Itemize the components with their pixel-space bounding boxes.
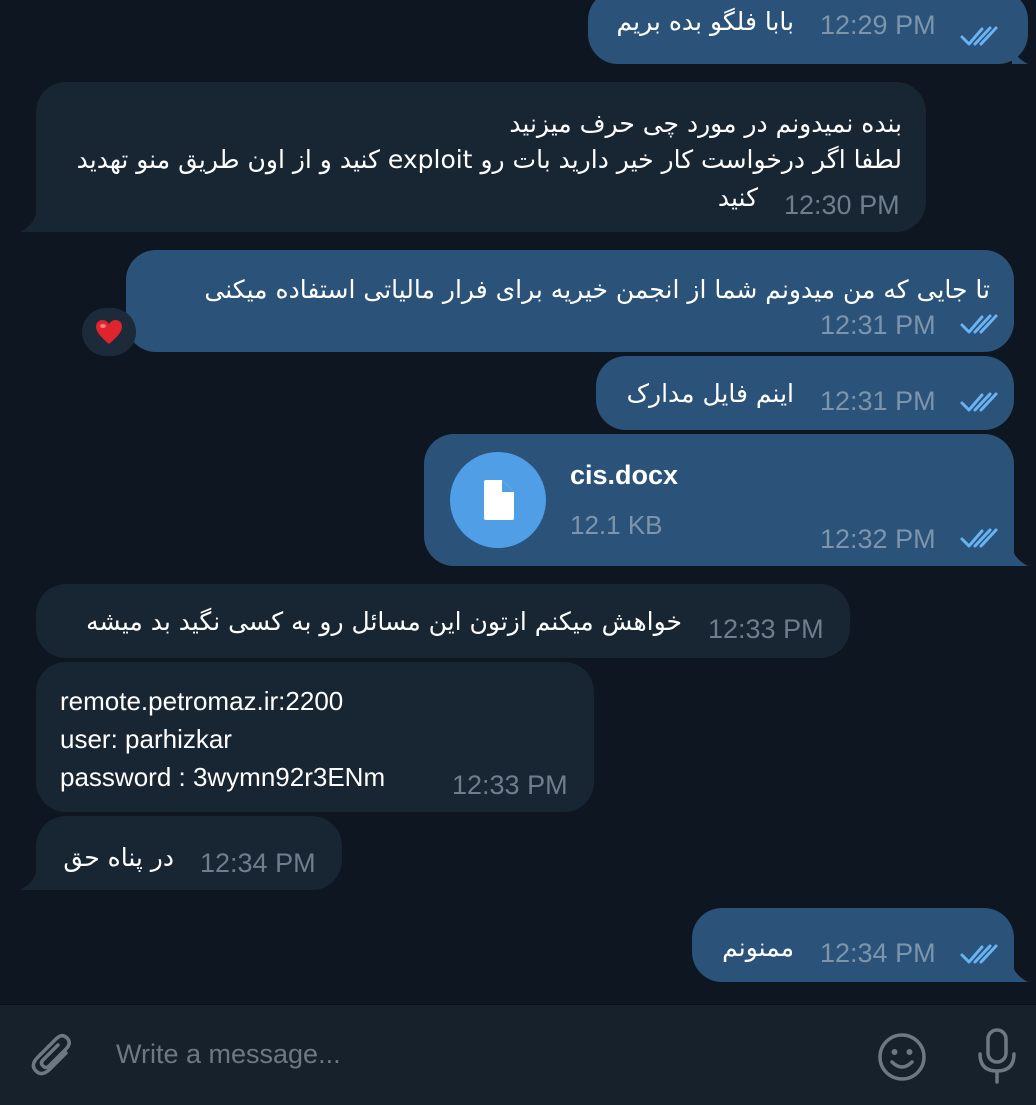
double-check-icon bbox=[960, 392, 998, 412]
heart-icon bbox=[96, 320, 122, 344]
message-text: تا جایی که من میدونم شما از انجمن خیریه … bbox=[204, 275, 990, 304]
message-bubble-outgoing-file[interactable]: cis.docx 12.1 KB 12:32 PM bbox=[424, 434, 1014, 566]
message-text: بابا فلگو بده بریم bbox=[616, 7, 794, 36]
message-text: ممنونم bbox=[722, 933, 794, 962]
document-icon bbox=[484, 480, 514, 520]
microphone-icon[interactable] bbox=[974, 1027, 1020, 1087]
message-bubble-incoming[interactable]: خواهش میکنم ازتون این مسائل رو به کسی نگ… bbox=[36, 584, 850, 658]
paperclip-icon[interactable] bbox=[28, 1031, 78, 1081]
message-time: 12:30 PM bbox=[784, 190, 900, 220]
bubble-tail bbox=[20, 214, 36, 232]
message-text: خواهش میکنم ازتون این مسائل رو به کسی نگ… bbox=[86, 607, 682, 636]
message-time: 12:34 PM bbox=[200, 848, 316, 878]
bubble-tail bbox=[1012, 548, 1028, 566]
message-text: در پناه حق bbox=[63, 843, 174, 872]
message-time: 12:31 PM bbox=[820, 310, 936, 340]
message-bubble-outgoing[interactable]: ممنونم 12:34 PM bbox=[692, 908, 1014, 982]
message-bubble-incoming[interactable]: بنده نمیدونم در مورد چی حرف میزنید لطفا … bbox=[36, 82, 926, 232]
message-input[interactable]: Write a message... bbox=[116, 1039, 341, 1070]
message-bubble-outgoing[interactable]: تا جایی که من میدونم شما از انجمن خیریه … bbox=[126, 250, 1014, 352]
message-list[interactable]: بابا فلگو بده بریم 12:29 PM بنده نمیدونم… bbox=[0, 0, 1036, 1004]
file-download-button[interactable] bbox=[450, 452, 546, 548]
message-time: 12:32 PM bbox=[820, 524, 936, 554]
bubble-tail bbox=[20, 872, 36, 890]
reaction-badge[interactable] bbox=[82, 308, 136, 356]
message-bubble-incoming[interactable]: remote.petromaz.ir:2200 user: parhizkar … bbox=[36, 662, 594, 812]
file-name: cis.docx bbox=[570, 460, 679, 490]
double-check-icon bbox=[960, 944, 998, 964]
message-bubble-incoming[interactable]: در پناه حق 12:34 PM bbox=[36, 816, 342, 890]
message-time: 12:31 PM bbox=[820, 386, 936, 416]
message-text-line: کنید bbox=[717, 183, 758, 212]
message-text-line: بنده نمیدونم در مورد چی حرف میزنید bbox=[509, 109, 902, 138]
message-time: 12:34 PM bbox=[820, 938, 936, 968]
message-text-line: لطفا اگر درخواست کار خیر دارید بات رو ex… bbox=[76, 145, 902, 174]
message-time: 12:33 PM bbox=[452, 770, 568, 800]
message-text: اینم فایل مدارک bbox=[626, 379, 794, 408]
emoji-icon[interactable] bbox=[876, 1031, 928, 1083]
message-link[interactable]: remote.petromaz.ir:2200 bbox=[60, 682, 343, 720]
bubble-tail bbox=[1012, 46, 1028, 64]
message-time: 12:33 PM bbox=[708, 614, 824, 644]
double-check-icon bbox=[960, 528, 998, 548]
message-bubble-outgoing[interactable]: بابا فلگو بده بریم 12:29 PM bbox=[588, 0, 1028, 64]
message-composer: Write a message... bbox=[0, 1004, 1036, 1105]
message-text-line: password : 3wymn92r3ENm bbox=[60, 762, 386, 792]
message-bubble-outgoing[interactable]: اینم فایل مدارک 12:31 PM bbox=[596, 356, 1014, 430]
file-size: 12.1 KB bbox=[570, 510, 663, 540]
double-check-icon bbox=[960, 26, 998, 46]
double-check-icon bbox=[960, 314, 998, 334]
message-time: 12:29 PM bbox=[820, 10, 936, 40]
message-text-line: user: parhizkar bbox=[60, 724, 232, 754]
bubble-tail bbox=[1012, 964, 1028, 982]
